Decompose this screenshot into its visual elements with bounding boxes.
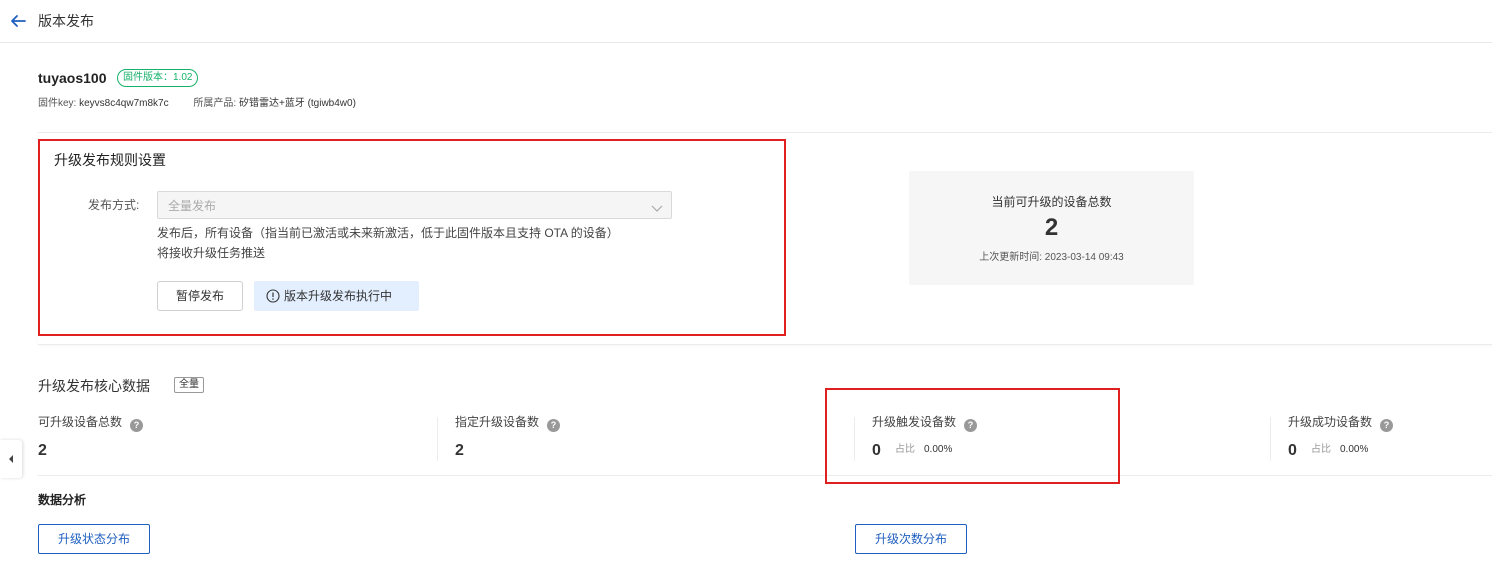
firmware-key-label: 固件key: bbox=[38, 98, 77, 109]
help-icon[interactable]: ? bbox=[547, 419, 561, 432]
ratio-label: 占比 bbox=[1311, 444, 1331, 455]
highlight-box-triggered-metric bbox=[825, 388, 1120, 484]
upgradable-count-label: 当前可升级的设备总数 bbox=[991, 195, 1112, 209]
upgrade-status-distribution-button[interactable]: 升级状态分布 bbox=[38, 524, 150, 554]
product-label: 所属产品: bbox=[193, 98, 237, 109]
metric-label: 指定升级设备数 bbox=[455, 415, 540, 429]
metric-upgradable-total: 可升级设备总数? bbox=[38, 414, 144, 432]
metric-assigned-total: 指定升级设备数? bbox=[455, 414, 561, 432]
divider bbox=[1270, 417, 1271, 461]
divider bbox=[38, 475, 1492, 476]
page-title: 版本发布 bbox=[38, 13, 94, 29]
firmware-meta: 固件key: keyvs8c4qw7m8k7c 所属产品: 矽错雷达+蓝牙 (t… bbox=[38, 97, 356, 111]
metric-label: 升级成功设备数 bbox=[1288, 415, 1373, 429]
metric-value: 0 bbox=[1288, 442, 1297, 459]
metric-label: 可升级设备总数 bbox=[38, 415, 123, 429]
upgrade-count-distribution-button[interactable]: 升级次数分布 bbox=[855, 524, 967, 554]
help-icon[interactable]: ? bbox=[1380, 419, 1394, 432]
sidebar-collapse-toggle[interactable] bbox=[0, 440, 22, 478]
ratio-value: 0.00% bbox=[1340, 444, 1369, 455]
data-analysis-title: 数据分析 bbox=[38, 493, 87, 507]
last-updated-time: 上次更新时间: 2023-03-14 09:43 bbox=[979, 252, 1124, 263]
firmware-name: tuyaos100 bbox=[38, 70, 107, 86]
core-data-title: 升级发布核心数据 bbox=[38, 378, 150, 394]
core-data-scope-badge: 全量 bbox=[174, 377, 204, 393]
help-icon[interactable]: ? bbox=[130, 419, 144, 432]
back-arrow-icon[interactable] bbox=[9, 12, 27, 30]
divider bbox=[437, 417, 438, 461]
firmware-key-value: keyvs8c4qw7m8k7c bbox=[79, 98, 169, 109]
metric-value: 2 bbox=[38, 442, 47, 459]
chevron-left-icon bbox=[9, 455, 13, 463]
product-value: 矽错雷达+蓝牙 (tgiwb4w0) bbox=[238, 98, 356, 109]
metric-success-total: 升级成功设备数? bbox=[1288, 414, 1394, 432]
upgradable-count-value: 2 bbox=[1044, 214, 1059, 241]
highlight-box-release-rules bbox=[38, 139, 786, 336]
metric-value: 2 bbox=[455, 442, 464, 459]
upgradable-count-card: 当前可升级的设备总数 2 上次更新时间: 2023-03-14 09:43 bbox=[909, 171, 1194, 285]
firmware-version-badge: 固件版本：1.02 bbox=[117, 69, 199, 87]
top-bar: 版本发布 bbox=[0, 0, 1492, 43]
